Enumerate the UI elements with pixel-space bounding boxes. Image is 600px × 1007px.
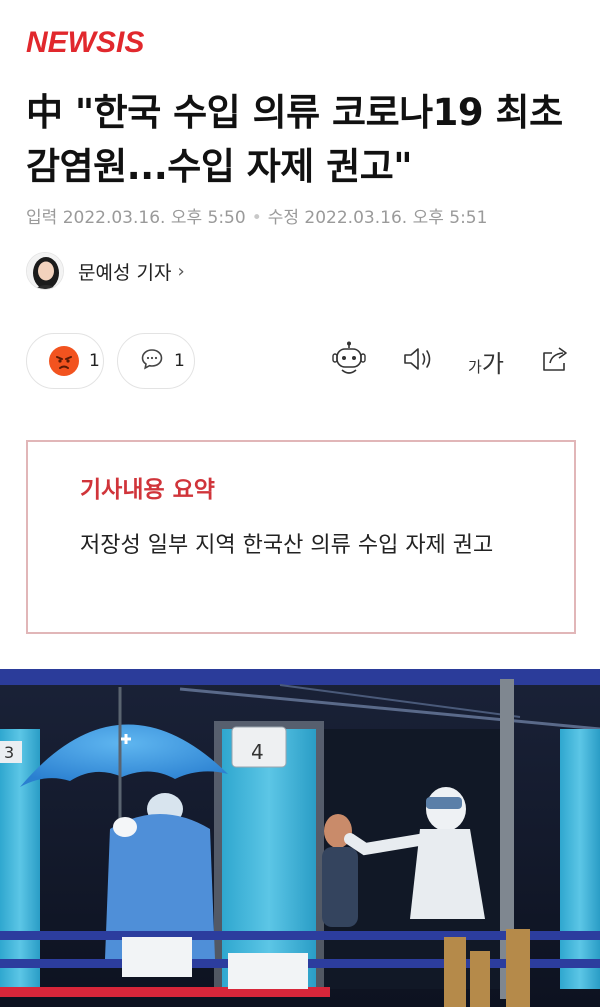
article-summary-box: 기사내용 요약 저장성 일부 지역 한국산 의류 수입 자제 권고	[26, 440, 576, 634]
booth-number-3: 3	[4, 743, 14, 762]
reaction-count: 1	[89, 351, 100, 371]
separator-dot: •	[251, 208, 262, 228]
reporter-name[interactable]: 문예성 기자	[78, 258, 171, 285]
angry-face-icon	[49, 346, 79, 376]
speaker-icon	[401, 344, 435, 378]
font-small-glyph: 가	[468, 357, 482, 376]
reaction-button[interactable]: 1	[26, 333, 104, 389]
newsis-logo[interactable]: NEWSIS	[26, 26, 144, 60]
comment-button[interactable]: 1	[117, 333, 195, 389]
share-icon	[539, 344, 571, 378]
article-headline: 中 "한국 수입 의류 코로나19 최초 감염원...수입 자제 권고"	[26, 91, 563, 188]
read-aloud-button[interactable]	[398, 340, 438, 382]
comment-icon	[140, 347, 164, 375]
reporter-link[interactable]: 문예성 기자 ›	[26, 251, 185, 291]
modified-time: 2022.03.16. 오후 5:51	[304, 208, 488, 228]
font-size-icon: 가가	[468, 344, 504, 379]
input-label: 입력	[26, 208, 58, 228]
summary-text: 저장성 일부 지역 한국산 의류 수입 자제 권고	[80, 533, 494, 558]
comment-count: 1	[174, 351, 185, 371]
modified-label: 수정	[267, 208, 300, 228]
robot-summary-button[interactable]	[328, 340, 370, 382]
font-large-glyph: 가	[481, 349, 504, 378]
font-size-button[interactable]: 가가	[464, 340, 508, 382]
reporter-avatar	[26, 252, 64, 290]
summary-title: 기사내용 요약	[80, 477, 215, 503]
article-photo[interactable]: 3 4	[0, 669, 600, 1007]
booth-number-4: 4	[251, 740, 264, 764]
robot-icon	[330, 340, 368, 382]
share-button[interactable]	[534, 340, 576, 382]
article-meta: 입력 2022.03.16. 오후 5:50 • 수정 2022.03.16. 오후…	[26, 203, 487, 228]
chevron-right-icon: ›	[177, 260, 185, 282]
input-time: 2022.03.16. 오후 5:50	[62, 208, 246, 228]
